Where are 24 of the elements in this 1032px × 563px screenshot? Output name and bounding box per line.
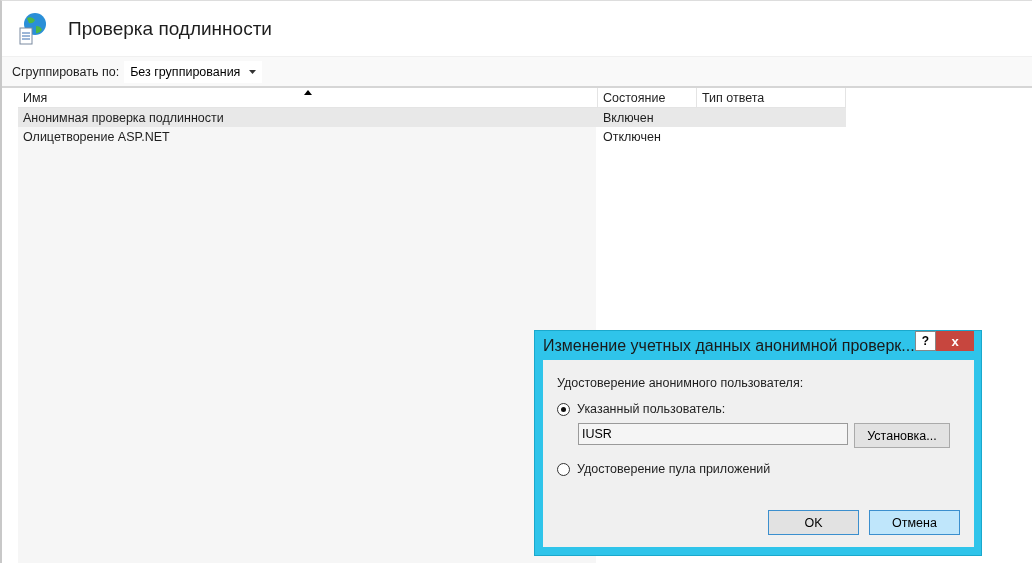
table-cell-text: Анонимная проверка подлинности — [22, 110, 225, 125]
table-row[interactable]: Анонимная проверка подлинности Включен — [18, 108, 846, 127]
globe-document-icon — [18, 11, 48, 46]
set-button[interactable]: Установка... — [854, 423, 950, 448]
radio-button[interactable] — [557, 402, 570, 416]
radio-label: Указанный пользователь: — [577, 402, 726, 416]
cancel-button[interactable]: Отмена — [869, 510, 960, 535]
table-cell-text: Включен — [602, 110, 655, 125]
help-button[interactable]: ? — [914, 331, 937, 351]
table-cell-text: Олицетворение ASP.NET — [22, 129, 171, 144]
group-by-dropdown[interactable]: Без группирования — [124, 60, 263, 83]
sort-icon — [303, 90, 312, 95]
ok-button[interactable]: OK — [768, 510, 859, 535]
table-row[interactable]: Олицетворение ASP.NET Отключен — [18, 127, 846, 146]
dialog-title: Изменение учетных данных анонимной проверк... — [543, 337, 915, 355]
user-field[interactable]: IUSR — [578, 423, 848, 445]
radio-label: Удостоверение пула приложений — [577, 462, 771, 476]
caret-icon — [249, 69, 257, 74]
page-title: Проверка подлинности — [68, 17, 272, 40]
group-label: Удостоверение анонимного пользователя: — [557, 376, 805, 390]
group-by-label: Сгруппировать по: — [12, 64, 120, 79]
radio-button[interactable] — [557, 462, 570, 476]
close-button[interactable]: x — [936, 331, 974, 351]
table-cell-text: Отключен — [602, 129, 662, 144]
